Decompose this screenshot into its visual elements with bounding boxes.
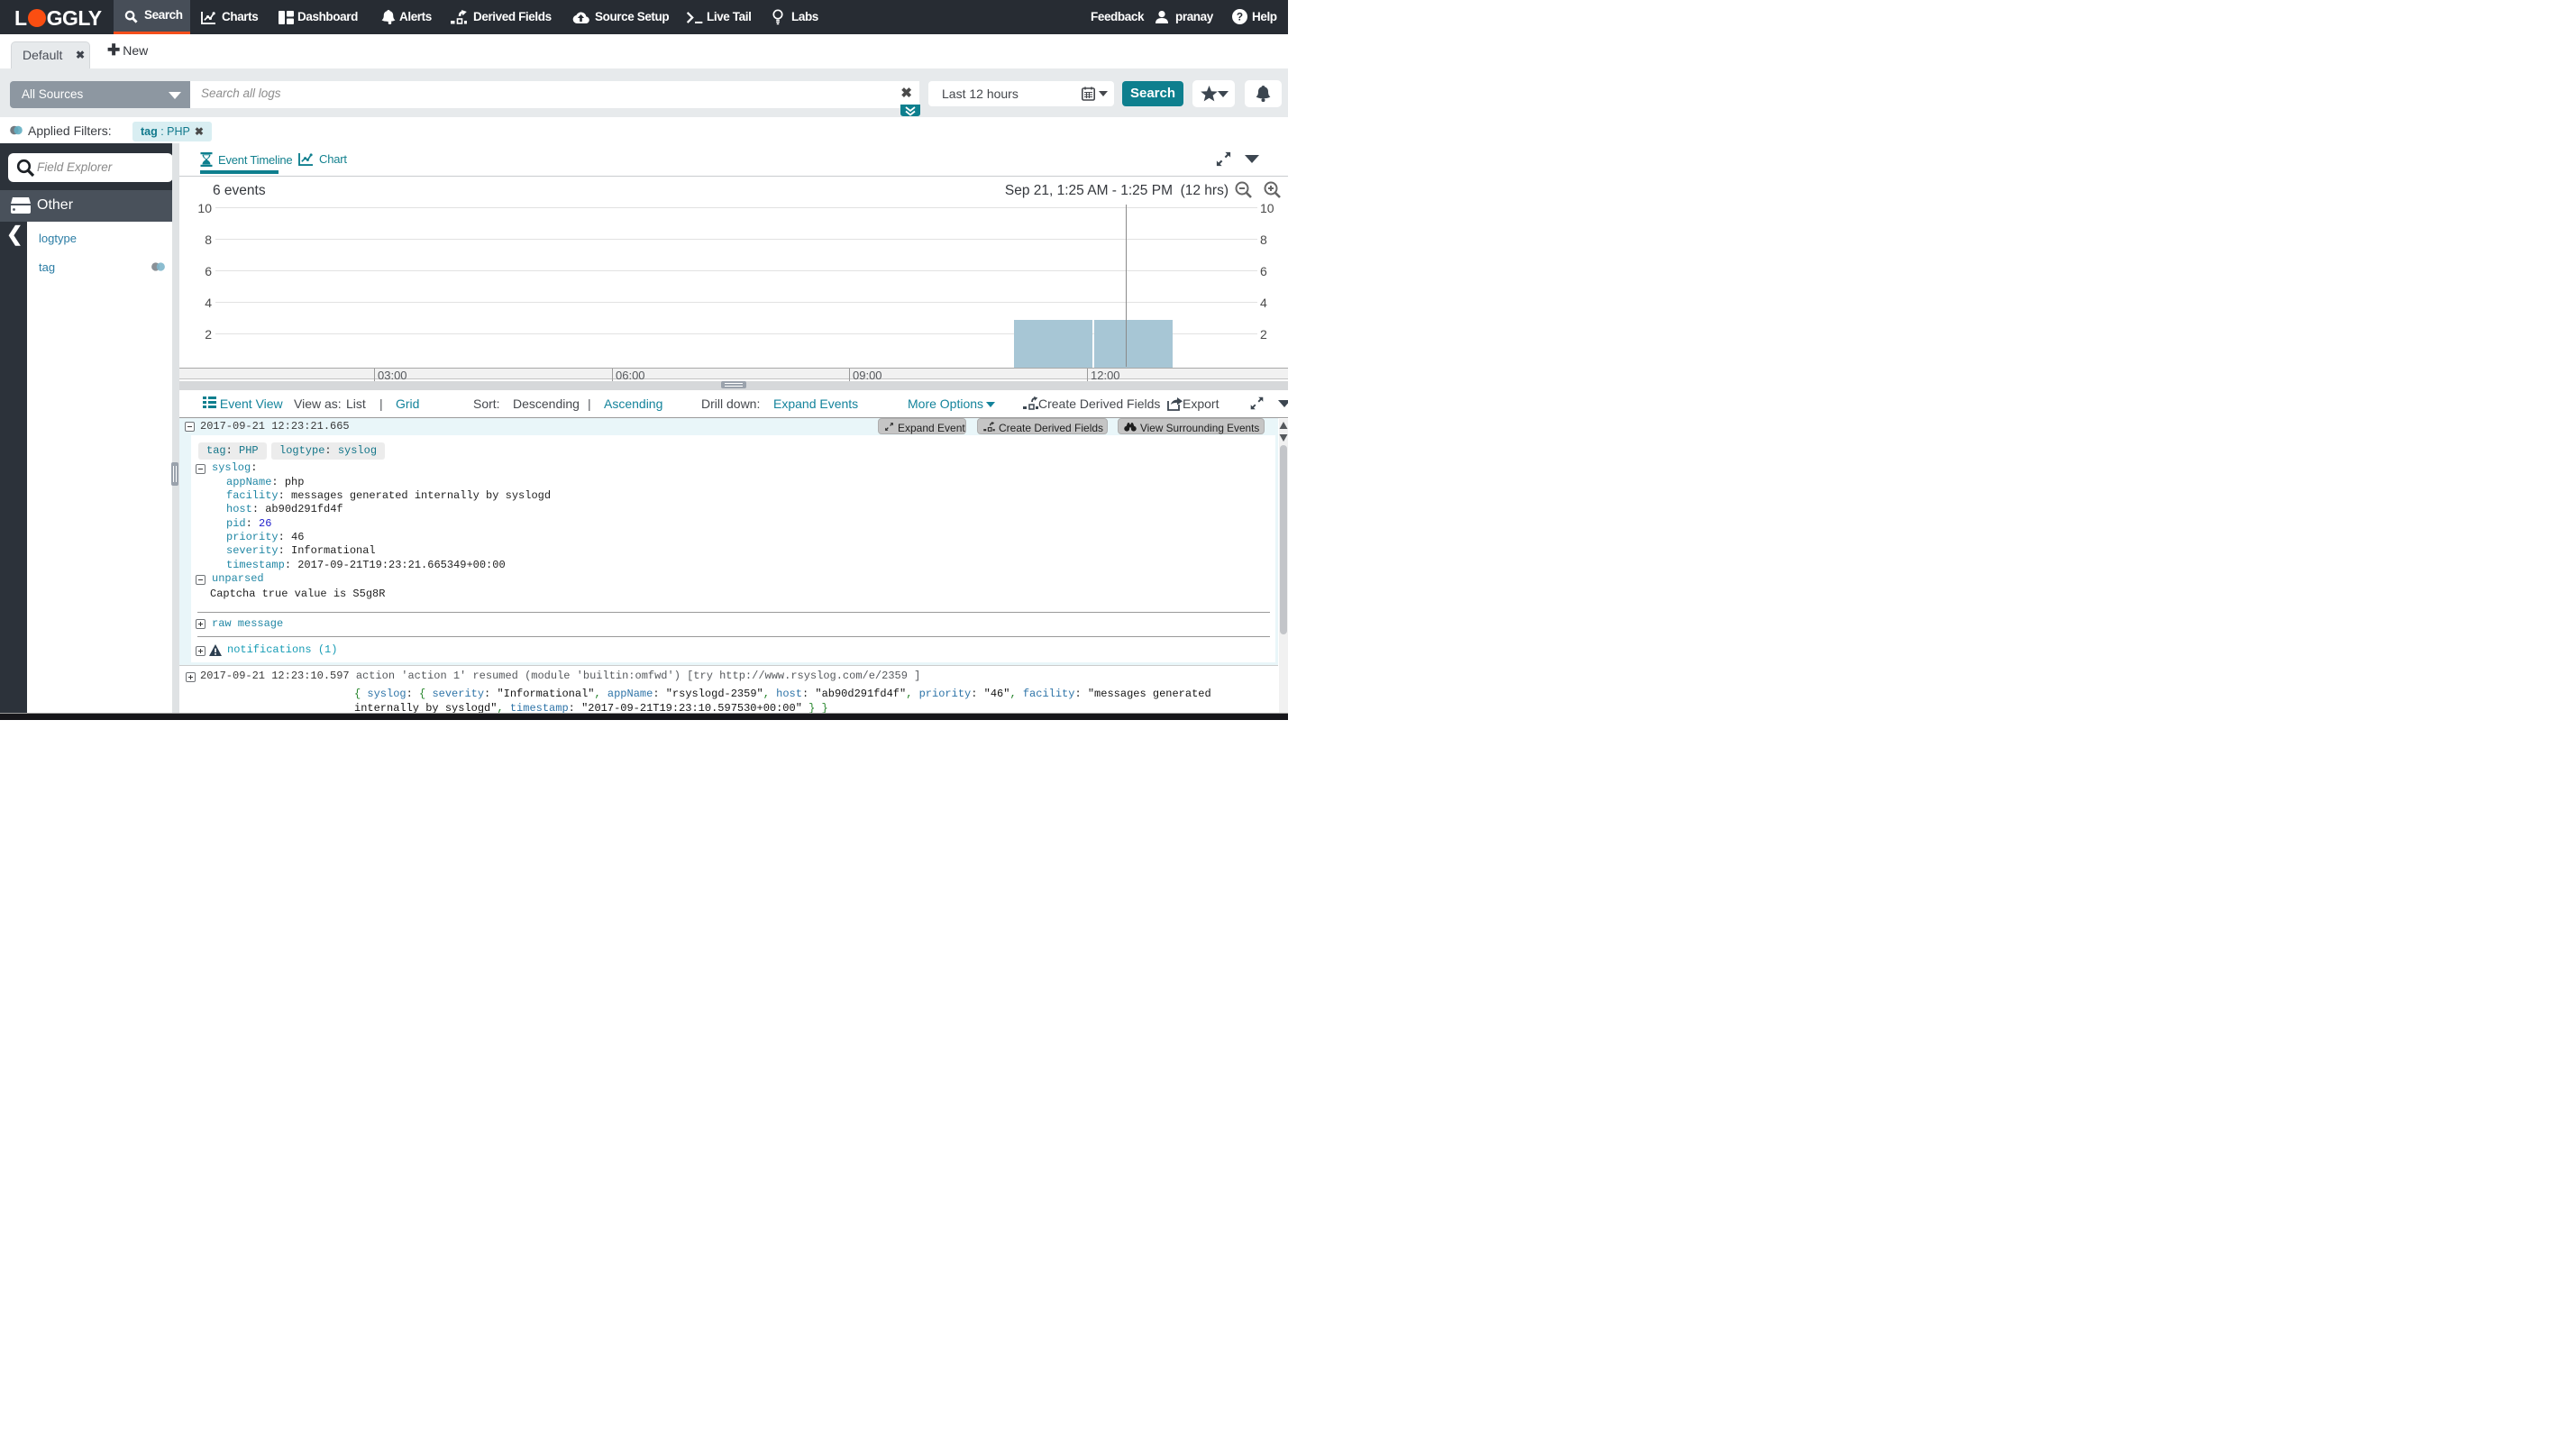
svg-text:?: ? [1237,11,1243,23]
